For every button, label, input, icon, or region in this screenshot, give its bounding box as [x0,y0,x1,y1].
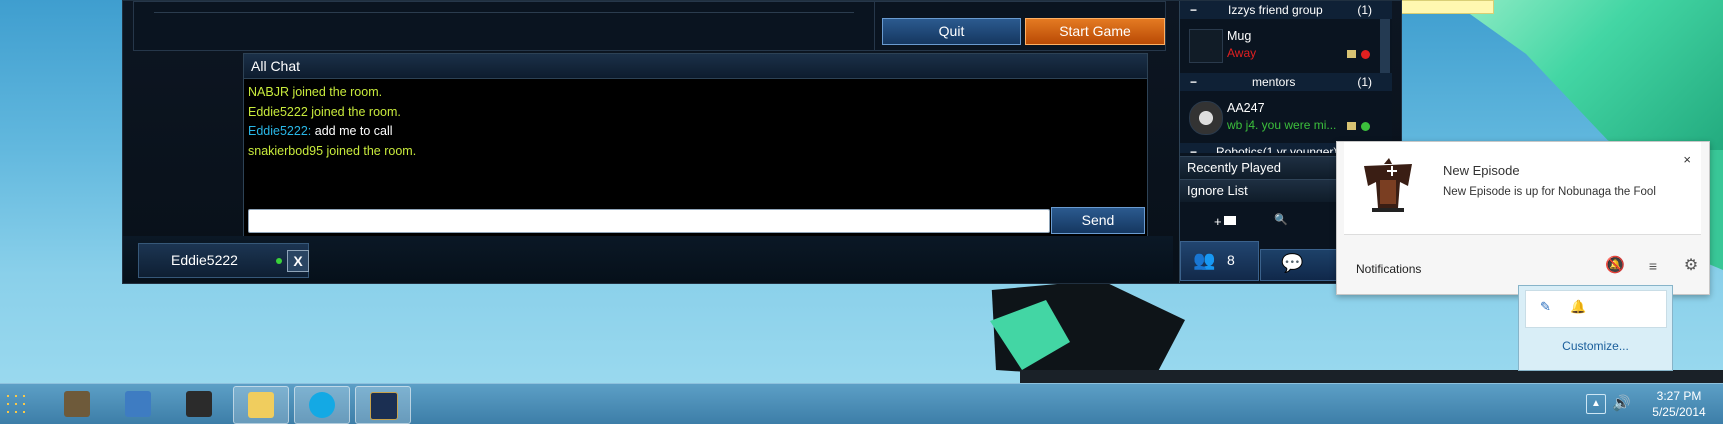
start-menu-icon[interactable] [4,392,28,416]
send-button[interactable]: Send [1051,207,1145,234]
notification-title: New Episode [1443,163,1520,178]
lol-client-window: Quit Start Game All Chat NABJR joined th… [122,0,1402,284]
recently-played-section[interactable]: Recently Played [1180,156,1362,179]
group-name: mentors [1252,75,1296,89]
friend-mug[interactable]: Mug Away [1180,23,1380,69]
chat-bubble-icon: 💬 [1281,253,1304,273]
group-name: Izzys friend group [1228,3,1323,17]
avatar [1189,101,1223,135]
league-of-legends-icon [370,392,398,420]
gear-icon[interactable]: ⚙ [1681,256,1701,276]
tray-icon-area: ✎ 🔔 [1525,290,1667,328]
clock[interactable]: 3:27 PM 5/25/2014 [1640,388,1718,420]
notification-body: New Episode is up for Nobunaga the Fool [1443,186,1656,198]
skype-icon [309,392,335,418]
collapse-icon[interactable]: − [1190,73,1197,91]
friend-status: Away [1227,46,1257,60]
quit-button[interactable]: Quit [882,18,1021,45]
taskbar-skype[interactable] [294,386,350,424]
status-dot-icon [1361,122,1370,131]
status-dot-icon [1361,50,1370,59]
chat-line: snakierbod95 joined the room. [248,142,416,162]
chat-line-text: snakierbod95 joined the room. [248,143,417,158]
friend-name: Mug [1227,29,1252,43]
chat-username[interactable]: Eddie5222: [248,124,311,138]
taskbar-video[interactable] [172,386,226,422]
taskbar-explorer[interactable] [233,386,289,424]
speaker-icon[interactable]: 🔊 [1612,394,1631,412]
close-tab-button[interactable]: X [287,250,309,272]
sublime-text-icon [64,391,90,417]
collapse-icon[interactable]: − [1190,143,1197,153]
notifications-label: Notifications [1356,262,1422,276]
all-chat-panel: All Chat NABJR joined the room. Eddie522… [243,53,1148,237]
divider [154,12,854,13]
taskbar-notepad[interactable] [111,386,165,422]
taskbar: ▲ 🔊 3:27 PM 5/25/2014 [0,383,1723,424]
note-icon [1347,122,1356,130]
group-izzys-friend-group[interactable]: − Izzys friend group (1) [1180,1,1392,19]
friend-status: wb j4. you were mi... [1227,118,1337,132]
folder-icon [248,392,274,418]
chat-message: add me to call [311,124,393,138]
chat-line: Eddie5222 joined the room. [248,103,416,123]
add-folder-icon[interactable]: + [1214,214,1222,229]
notification-center: New Episode New Episode is up for Nobuna… [1336,141,1710,295]
notification-card[interactable]: New Episode New Episode is up for Nobuna… [1344,142,1701,235]
taskbar-sublime-text[interactable] [50,386,104,422]
group-count: (1) [1357,3,1372,17]
search-people-icon[interactable]: 🔍 [1274,213,1288,226]
anime-avatar-icon [1356,156,1420,220]
chat-line: Eddie5222: add me to call [248,122,416,142]
ignore-list-section[interactable]: Ignore List [1180,179,1362,202]
chat-tab-eddie5222[interactable]: Eddie5222 X [138,243,309,278]
bell-tray-icon[interactable]: 🔔 [1570,299,1586,315]
chat-log: NABJR joined the room. Eddie5222 joined … [248,83,416,161]
chat-title: All Chat [244,54,1147,79]
group-mentors[interactable]: − mentors (1) [1180,73,1392,91]
group-name: Robotics(1 yr younger) [1216,145,1338,153]
group-count: (1) [1357,75,1372,89]
mute-bell-icon[interactable]: 🔕 [1605,256,1625,276]
pen-tray-icon[interactable]: ✎ [1540,299,1551,315]
chat-input[interactable] [248,209,1050,233]
clock-date: 5/25/2014 [1652,405,1706,419]
tray-overflow-popup: ✎ 🔔 Customize... [1518,285,1673,371]
collapse-icon[interactable]: − [1190,1,1197,19]
chat-bubble-button[interactable]: 💬 [1260,249,1337,281]
online-count: 8 [1227,252,1235,268]
chat-tab-label: Eddie5222 [171,252,238,268]
chat-line-text: Eddie5222 joined the room. [248,104,401,119]
online-friends-button[interactable]: 👥 8 [1180,241,1259,281]
friend-name: AA247 [1227,101,1265,115]
start-game-button[interactable]: Start Game [1025,18,1165,45]
people-icon: 👥 [1193,250,1216,270]
notepad-pen-icon [125,391,151,417]
folder-icon [1224,216,1236,225]
customize-link[interactable]: Customize... [1519,339,1672,353]
clear-all-icon[interactable]: ≡ [1643,256,1663,276]
friend-aa247[interactable]: AA247 wb j4. you were mi... [1180,95,1380,141]
show-hidden-icons-button[interactable]: ▲ [1586,394,1606,414]
close-icon[interactable]: × [1683,152,1691,167]
taskbar-league[interactable] [355,386,411,424]
chat-line-text: NABJR joined the room. [248,85,383,99]
online-status-icon [276,258,282,264]
clock-time: 3:27 PM [1656,389,1702,403]
lobby-panel [133,1,875,51]
note-icon [1347,50,1356,58]
film-strip-icon [186,391,212,417]
avatar [1189,29,1223,63]
chat-line: NABJR joined the room. [248,83,416,103]
